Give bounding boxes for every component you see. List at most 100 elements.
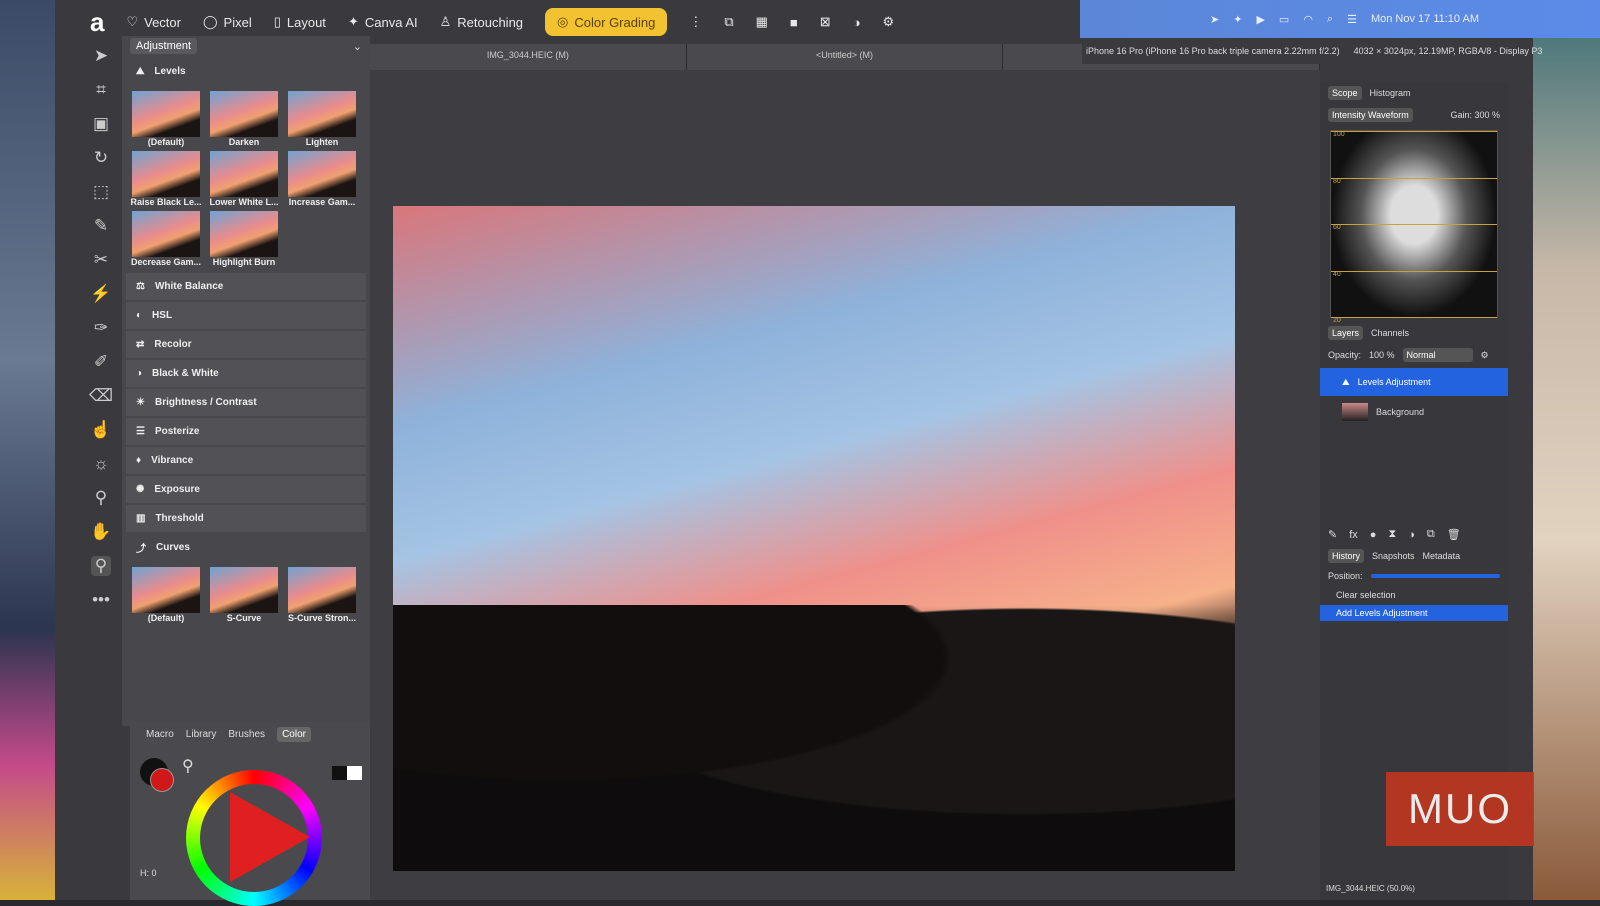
zoom-tool-icon[interactable]: ⚲ — [91, 556, 111, 576]
preset-thumbnail[interactable]: S-Curve — [206, 567, 282, 623]
adjustment-tab[interactable]: Adjustment — [130, 38, 197, 54]
tab-history[interactable]: History — [1328, 549, 1364, 563]
layer-levels-adjustment[interactable]: ⛰Levels Adjustment — [1320, 368, 1508, 396]
history-item-selected[interactable]: Add Levels Adjustment — [1320, 605, 1508, 621]
tab-scope[interactable]: Scope — [1328, 86, 1362, 100]
persona-retouching[interactable]: ♙Retouching — [440, 14, 523, 30]
preset-thumbnail[interactable]: Increase Gam... — [284, 151, 360, 207]
more-icon[interactable]: ⋮ — [689, 14, 702, 30]
sun-tool-icon[interactable]: ☼ — [93, 454, 109, 474]
adjustment-section[interactable]: ⇄Recolor — [126, 331, 366, 358]
adjustment-section[interactable]: ☀Brightness / Contrast — [126, 389, 366, 416]
preset-thumbnail[interactable]: (Default) — [128, 91, 204, 147]
record-icon[interactable]: ■ — [790, 15, 798, 30]
bottom-tab[interactable]: Brushes — [228, 729, 265, 740]
wifi-icon[interactable]: ◠ — [1303, 13, 1313, 26]
persona-color-grading[interactable]: ◎Color Grading — [545, 8, 667, 36]
adjustment-icon: ✺ — [136, 484, 144, 495]
battery-icon[interactable]: ▭ — [1279, 13, 1289, 26]
color-triangle[interactable] — [230, 792, 310, 882]
control-center-icon[interactable]: ☰ — [1347, 13, 1357, 26]
tab-channels[interactable]: Channels — [1371, 328, 1409, 338]
persona-layout[interactable]: ▯Layout — [274, 14, 326, 30]
dodge-tool-icon[interactable]: ✐ — [94, 352, 108, 372]
history-position-slider[interactable] — [1371, 574, 1500, 578]
search-icon[interactable]: ⌕ — [1327, 13, 1333, 26]
more-tools-icon[interactable]: ••• — [92, 590, 110, 610]
fx-icon[interactable]: fx — [1349, 529, 1358, 541]
adjustment-section[interactable]: ✺Exposure — [126, 476, 366, 503]
trash-icon[interactable]: 🗑 — [1447, 528, 1461, 541]
edit-icon[interactable]: ✎ — [1328, 528, 1337, 541]
mask-icon[interactable]: ◑ — [853, 15, 861, 30]
move-tool-icon[interactable]: ➤ — [94, 46, 108, 66]
photo-canvas[interactable] — [393, 206, 1235, 871]
primary-color-swatch[interactable] — [150, 768, 174, 792]
collapse-icon[interactable]: ⌄ — [353, 40, 362, 53]
tab-histogram[interactable]: Histogram — [1370, 88, 1411, 98]
layer-background[interactable]: Background — [1320, 398, 1508, 426]
adjustment-section[interactable]: ▥Threshold — [126, 505, 366, 532]
preset-thumbnail[interactable]: Darken — [206, 91, 282, 147]
preset-label: (Default) — [148, 613, 185, 623]
selection-icon[interactable]: ⊠ — [820, 14, 831, 30]
persona-vector[interactable]: ♡Vector — [126, 14, 181, 30]
opacity-field[interactable]: 100 % — [1369, 350, 1395, 360]
smudge-tool-icon[interactable]: ☝ — [90, 420, 111, 440]
tab-metadata[interactable]: Metadata — [1423, 551, 1461, 561]
preset-preview — [210, 211, 278, 257]
preset-thumbnail[interactable]: Highlight Burn — [206, 211, 282, 267]
preset-thumbnail[interactable]: Raise Black Le... — [128, 151, 204, 207]
gain-value[interactable]: 300 % — [1474, 110, 1500, 120]
frame-tool-icon[interactable]: ▣ — [93, 114, 109, 134]
bottom-tab[interactable]: Macro — [146, 729, 174, 740]
eyedropper-icon[interactable]: ⚲ — [182, 756, 194, 776]
adjust-icon[interactable]: ◑ — [1408, 529, 1415, 541]
bw-swatch[interactable] — [332, 766, 362, 780]
preset-thumbnail[interactable]: Lighten — [284, 91, 360, 147]
heal-tool-icon[interactable]: ✂ — [94, 250, 108, 270]
filter-icon[interactable]: ⚙ — [883, 14, 895, 30]
bottom-tab[interactable]: Library — [186, 729, 217, 740]
curves-section[interactable]: ⤴Curves — [126, 534, 366, 561]
adjustment-section[interactable]: ☰Posterize — [126, 418, 366, 445]
snapping-icon[interactable]: ▦ — [756, 14, 768, 30]
brush-tool-icon[interactable]: ✎ — [94, 216, 108, 236]
settings-icon[interactable]: ⚙ — [1481, 350, 1489, 361]
tab-layers[interactable]: Layers — [1328, 326, 1363, 340]
bottom-tab[interactable]: Color — [277, 727, 311, 742]
eyedropper-tool-icon[interactable]: ⚲ — [95, 488, 107, 508]
document-tab[interactable]: <Untitled> (M) — [687, 44, 1004, 70]
rotate-tool-icon[interactable]: ↻ — [94, 148, 108, 168]
adjustment-section[interactable]: ◑Black & White — [126, 360, 366, 387]
retouch-tool-icon[interactable]: ✑ — [94, 318, 108, 338]
adjustment-section[interactable]: ◐HSL — [126, 302, 366, 329]
sparkle-icon[interactable]: ✦ — [1233, 13, 1242, 26]
preset-thumbnail[interactable]: Decrease Gam... — [128, 211, 204, 267]
history-item[interactable]: Clear selection — [1320, 587, 1508, 603]
scope-mode-select[interactable]: Intensity Waveform — [1328, 108, 1413, 122]
section-label: Brightness / Contrast — [155, 397, 257, 408]
marquee-tool-icon[interactable]: ⬚ — [93, 182, 109, 202]
preset-thumbnail[interactable]: (Default) — [128, 567, 204, 623]
levels-section[interactable]: ⛰Levels — [126, 58, 366, 85]
blend-mode-select[interactable]: Normal — [1403, 348, 1473, 362]
document-tab[interactable]: IMG_3044.HEIC (M) — [370, 44, 687, 70]
eraser-tool-icon[interactable]: ⌫ — [89, 386, 113, 406]
crop-tool-icon[interactable]: ⌗ — [96, 80, 106, 100]
send-icon[interactable]: ➤ — [1210, 13, 1219, 26]
adjustment-section[interactable]: ♦Vibrance — [126, 447, 366, 474]
mask-icon[interactable]: ● — [1370, 529, 1377, 541]
add-layer-icon[interactable]: ⧉ — [1427, 528, 1435, 541]
persona-pixel[interactable]: ◯Pixel — [203, 14, 252, 30]
play-icon[interactable]: ▶ — [1256, 13, 1264, 26]
preset-thumbnail[interactable]: Lower White L... — [206, 151, 282, 207]
clone-tool-icon[interactable]: ⚡ — [90, 284, 111, 304]
preset-thumbnail[interactable]: S-Curve Stron... — [284, 567, 360, 623]
tab-snapshots[interactable]: Snapshots — [1372, 551, 1415, 561]
hourglass-icon[interactable]: ⧗ — [1388, 528, 1396, 541]
assistant-icon[interactable]: ⧉ — [724, 14, 733, 30]
hand-tool-icon[interactable]: ✋ — [90, 522, 111, 542]
adjustment-section[interactable]: ⚖White Balance — [126, 273, 366, 300]
persona-canva-ai[interactable]: ✦Canva AI — [348, 14, 418, 30]
